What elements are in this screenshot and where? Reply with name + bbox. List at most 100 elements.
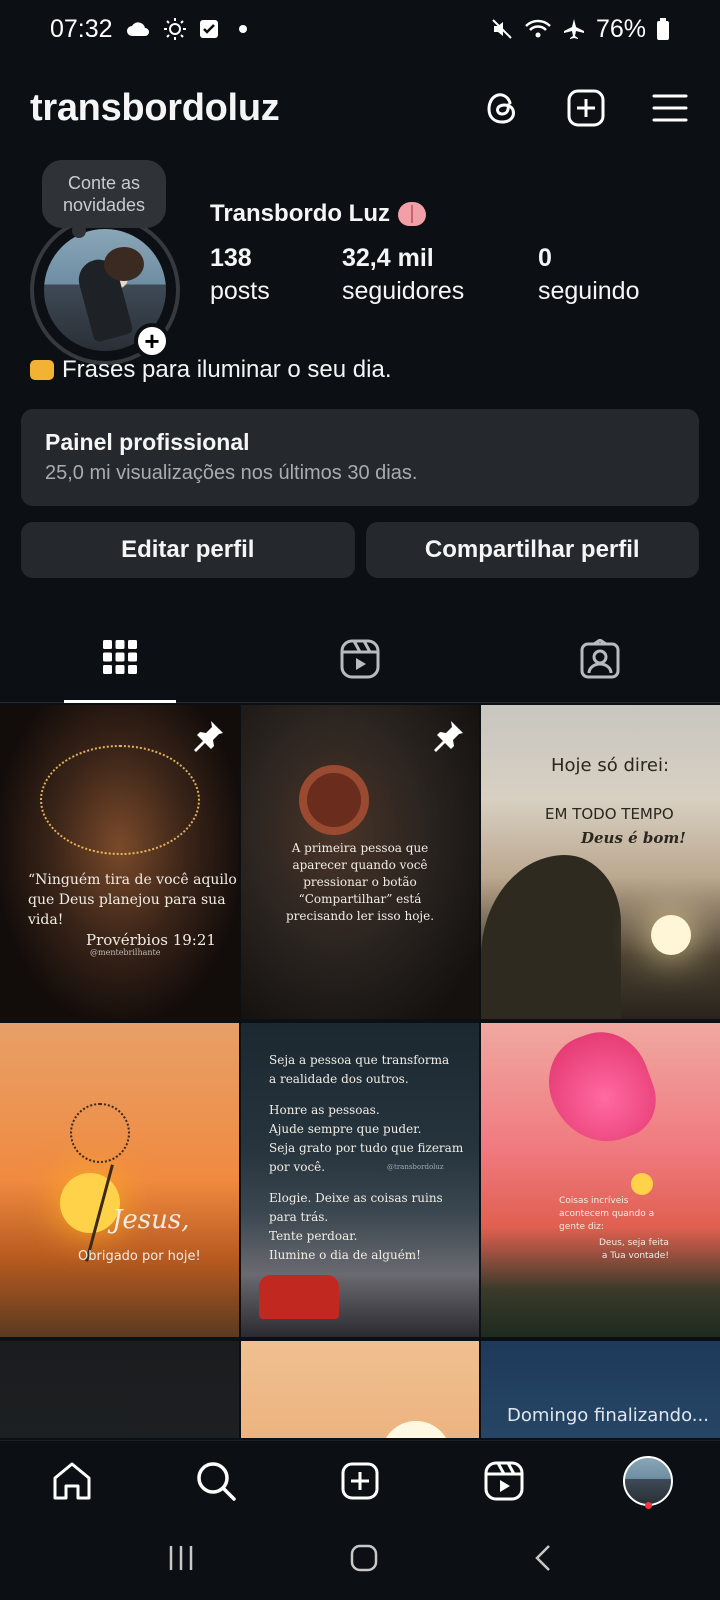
home-icon	[53, 1462, 91, 1499]
grid-post[interactable]: Hoje só direi: EM TODO TEMPO Deus é bom!	[481, 705, 720, 1019]
post-caption-line: que Deus planejou para sua	[28, 892, 226, 908]
menu-icon[interactable]	[650, 88, 690, 128]
stat-label: seguidores	[342, 277, 465, 305]
post-heading: Hoje só direi:	[551, 755, 670, 776]
profile-avatar	[623, 1455, 673, 1506]
grid-post[interactable]: Domingo finalizando...	[481, 1341, 720, 1438]
grid-post[interactable]	[0, 1341, 239, 1438]
post-caption-line: aparecer quando você	[292, 858, 428, 872]
post-caption-line: para trás.	[269, 1210, 329, 1224]
professional-dashboard[interactable]: Painel profissional 25,0 mi visualizaçõe…	[21, 409, 699, 506]
post-caption-line: “Compartilhar” está	[298, 892, 422, 906]
bio-text: Frases para iluminar o seu dia.	[62, 356, 392, 383]
share-profile-button[interactable]: Compartilhar perfil	[365, 522, 699, 578]
post-caption-line: precisando ler isso hoje.	[285, 909, 435, 923]
post-reference: Provérbios 19:21	[86, 931, 216, 949]
fist-emoji-icon	[30, 360, 54, 380]
edit-profile-button[interactable]: Editar perfil	[21, 522, 355, 578]
post-handle: @mentebrilhante	[90, 948, 161, 957]
post-caption-line: pressionar o botão	[303, 875, 417, 889]
post-caption-line: Honre as pessoas.	[269, 1103, 380, 1117]
bottom-navigation	[0, 1440, 720, 1520]
tagged-icon	[580, 639, 620, 679]
profile-header: transbordoluz	[0, 80, 720, 136]
notification-dot-icon	[238, 25, 247, 33]
tab-posts-grid[interactable]	[0, 625, 240, 703]
grid-post[interactable]: Jesus, Obrigado por hoje!	[0, 1023, 239, 1337]
profile-tabs	[0, 625, 720, 703]
profile-section: + Conte as novidades Transbordo Luz 138 …	[0, 160, 720, 365]
add-story-icon[interactable]: +	[134, 323, 170, 359]
recent-apps-icon[interactable]	[166, 1544, 196, 1577]
display-name-text: Transbordo Luz	[210, 200, 390, 227]
post-caption-line: Elogie. Deixe as coisas ruins	[269, 1191, 443, 1205]
brain-emoji-icon	[398, 202, 426, 226]
status-bar: 07:32 76%	[0, 0, 720, 58]
create-post-icon[interactable]	[566, 88, 606, 128]
post-caption-line: Tente perdoar.	[269, 1229, 358, 1243]
post-caption-line: EM TODO TEMPO	[545, 805, 674, 823]
stat-label: seguindo	[538, 277, 640, 305]
grid-post[interactable]: Coisas incríveis acontecem quando a gent…	[481, 1023, 720, 1337]
back-icon[interactable]	[532, 1543, 554, 1578]
post-handle: @transbordoluz	[387, 1163, 444, 1171]
grid-icon	[103, 640, 137, 674]
post-caption-line: Ilumine o dia de alguém!	[269, 1248, 421, 1262]
stat-following[interactable]: 0 seguindo	[538, 242, 658, 308]
post-caption-line: “Ninguém tira de você aquilo	[28, 872, 237, 888]
notification-dot-icon	[645, 1501, 652, 1509]
system-navigation	[0, 1520, 720, 1600]
post-caption-line: vida!	[28, 912, 64, 928]
reels-icon	[484, 1461, 524, 1500]
dashboard-subtitle: 25,0 mi visualizações nos últimos 30 dia…	[45, 462, 418, 484]
nav-home[interactable]	[42, 1451, 102, 1511]
profile-actions: Editar perfil Compartilhar perfil	[21, 522, 699, 578]
username-title[interactable]: transbordoluz	[30, 87, 280, 130]
display-name: Transbordo Luz	[210, 200, 426, 228]
tab-reels[interactable]	[240, 625, 480, 702]
post-title: Jesus,	[112, 1205, 190, 1235]
checkbox-icon	[199, 19, 219, 39]
post-caption-line: A primeira pessoa que	[291, 841, 429, 855]
post-caption-line: Deus é bom!	[581, 829, 686, 847]
post-caption-line: Seja a pessoa que transforma	[269, 1053, 450, 1067]
nav-reels[interactable]	[474, 1451, 534, 1511]
stat-value: 32,4 mil	[342, 244, 434, 272]
post-caption-line: Deus, seja feita	[599, 1238, 669, 1248]
search-icon	[197, 1461, 236, 1501]
post-caption-line: Seja grato por tudo que fizeram	[269, 1141, 464, 1155]
sun-icon	[163, 17, 187, 41]
home-button-icon[interactable]	[349, 1543, 379, 1578]
stat-value: 0	[538, 244, 552, 272]
post-caption-line: gente diz:	[559, 1222, 604, 1232]
post-caption-line: a Tua vontade!	[601, 1251, 669, 1261]
wifi-icon	[524, 18, 552, 40]
posts-grid: “Ninguém tira de você aquilo que Deus pl…	[0, 705, 720, 1438]
grid-post[interactable]: “Ninguém tira de você aquilo que Deus pl…	[0, 705, 239, 1019]
stat-followers[interactable]: 32,4 mil seguidores	[342, 242, 538, 308]
nav-create[interactable]	[330, 1451, 390, 1511]
battery-icon	[656, 17, 670, 41]
threads-icon[interactable]	[482, 88, 522, 128]
nav-search[interactable]	[186, 1451, 246, 1511]
pin-icon	[434, 721, 463, 752]
profile-stats: 138 posts 32,4 mil seguidores 0 seguindo	[210, 242, 658, 308]
stat-value: 138	[210, 244, 252, 272]
battery-percent: 76%	[595, 14, 646, 43]
pin-icon	[194, 721, 223, 752]
post-caption-line: Coisas incríveis	[559, 1196, 629, 1206]
note-bubble[interactable]: Conte as novidades	[42, 160, 166, 238]
nav-profile[interactable]	[618, 1451, 678, 1511]
grid-post[interactable]	[241, 1341, 479, 1438]
avatar[interactable]: +	[30, 215, 180, 365]
post-caption-line: Domingo finalizando...	[507, 1405, 709, 1426]
post-caption-line: Obrigado por hoje!	[78, 1249, 201, 1264]
grid-post[interactable]: A primeira pessoa que aparecer quando vo…	[241, 705, 479, 1019]
post-caption-line: Ajude sempre que puder.	[269, 1122, 422, 1136]
airplane-icon	[562, 17, 586, 41]
grid-post[interactable]: Seja a pessoa que transforma a realidade…	[241, 1023, 479, 1337]
tab-tagged[interactable]	[480, 625, 720, 702]
mute-icon	[490, 17, 514, 41]
stat-posts[interactable]: 138 posts	[210, 242, 342, 308]
reels-icon	[340, 639, 380, 679]
